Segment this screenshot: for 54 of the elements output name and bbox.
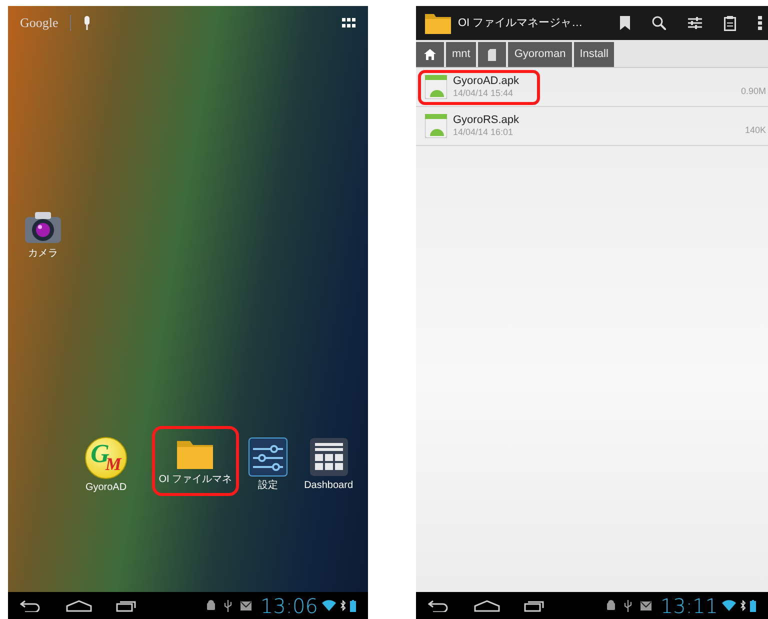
clipboard-icon[interactable]	[724, 16, 736, 30]
android-icon	[606, 600, 616, 612]
bluetooth-icon	[740, 600, 746, 611]
app-grid-icon[interactable]	[342, 18, 356, 28]
bluetooth-icon	[340, 600, 346, 611]
file-row[interactable]: GyoroAD.apk 14/04/14 15:44	[418, 70, 540, 104]
folder-icon	[424, 11, 452, 35]
recent-apps-icon[interactable]	[524, 600, 544, 612]
search-icon[interactable]	[652, 16, 666, 30]
file-size: 0.90M	[740, 84, 766, 98]
app-title: OI ファイルマネージャ…	[458, 16, 583, 31]
file-row[interactable]: GyoroRS.apk 14/04/14 16:01	[418, 108, 540, 144]
battery-icon	[350, 600, 356, 612]
breadcrumb-button[interactable]: Install	[574, 42, 614, 67]
file-date: 14/04/14 15:44	[453, 88, 514, 100]
mail-icon	[240, 600, 252, 610]
home-icon[interactable]	[474, 600, 500, 612]
back-icon[interactable]	[20, 600, 42, 612]
app-shortcut[interactable]: 設定	[241, 426, 296, 502]
wifi-icon	[322, 600, 336, 611]
app-shortcut[interactable]: カメラ	[16, 200, 70, 270]
recent-apps-icon[interactable]	[116, 600, 136, 612]
app-shortcut[interactable]: OI ファイルマネ	[152, 426, 240, 496]
usb-icon	[224, 600, 232, 612]
back-icon[interactable]	[428, 600, 450, 612]
home-icon	[424, 49, 436, 60]
file-name: GyoroRS.apk	[453, 114, 520, 128]
dashboard-icon	[308, 437, 349, 477]
bookmark-icon[interactable]	[620, 16, 630, 30]
file-date: 14/04/14 16:01	[453, 127, 514, 138]
app-shortcut[interactable]: Dashboard	[297, 426, 360, 502]
apk-file-icon	[425, 114, 447, 138]
sliders-icon[interactable]	[688, 16, 702, 30]
sd-card-icon	[488, 48, 496, 60]
overflow-menu-icon[interactable]	[758, 16, 762, 30]
microphone-icon[interactable]	[83, 16, 92, 30]
clock: 13:11	[660, 596, 718, 616]
sliders-icon	[248, 437, 288, 477]
breadcrumb-button[interactable]: Gyoroman	[508, 42, 572, 67]
sd-card-button[interactable]	[478, 42, 506, 67]
home-icon[interactable]	[66, 600, 92, 612]
android-icon	[206, 600, 216, 612]
google-search-label[interactable]: Google	[20, 13, 58, 33]
usb-icon	[624, 600, 632, 612]
breadcrumb-button[interactable]: mnt	[446, 42, 476, 67]
mail-icon	[640, 600, 652, 610]
file-size: 140K	[744, 124, 766, 136]
home-button[interactable]	[416, 42, 444, 67]
clock: 13:06	[260, 596, 318, 616]
file-name: GyoroAD.apk	[453, 74, 520, 88]
camera-icon	[23, 211, 63, 245]
wifi-icon	[722, 600, 736, 611]
battery-icon	[750, 600, 756, 612]
apk-file-icon	[425, 75, 447, 99]
